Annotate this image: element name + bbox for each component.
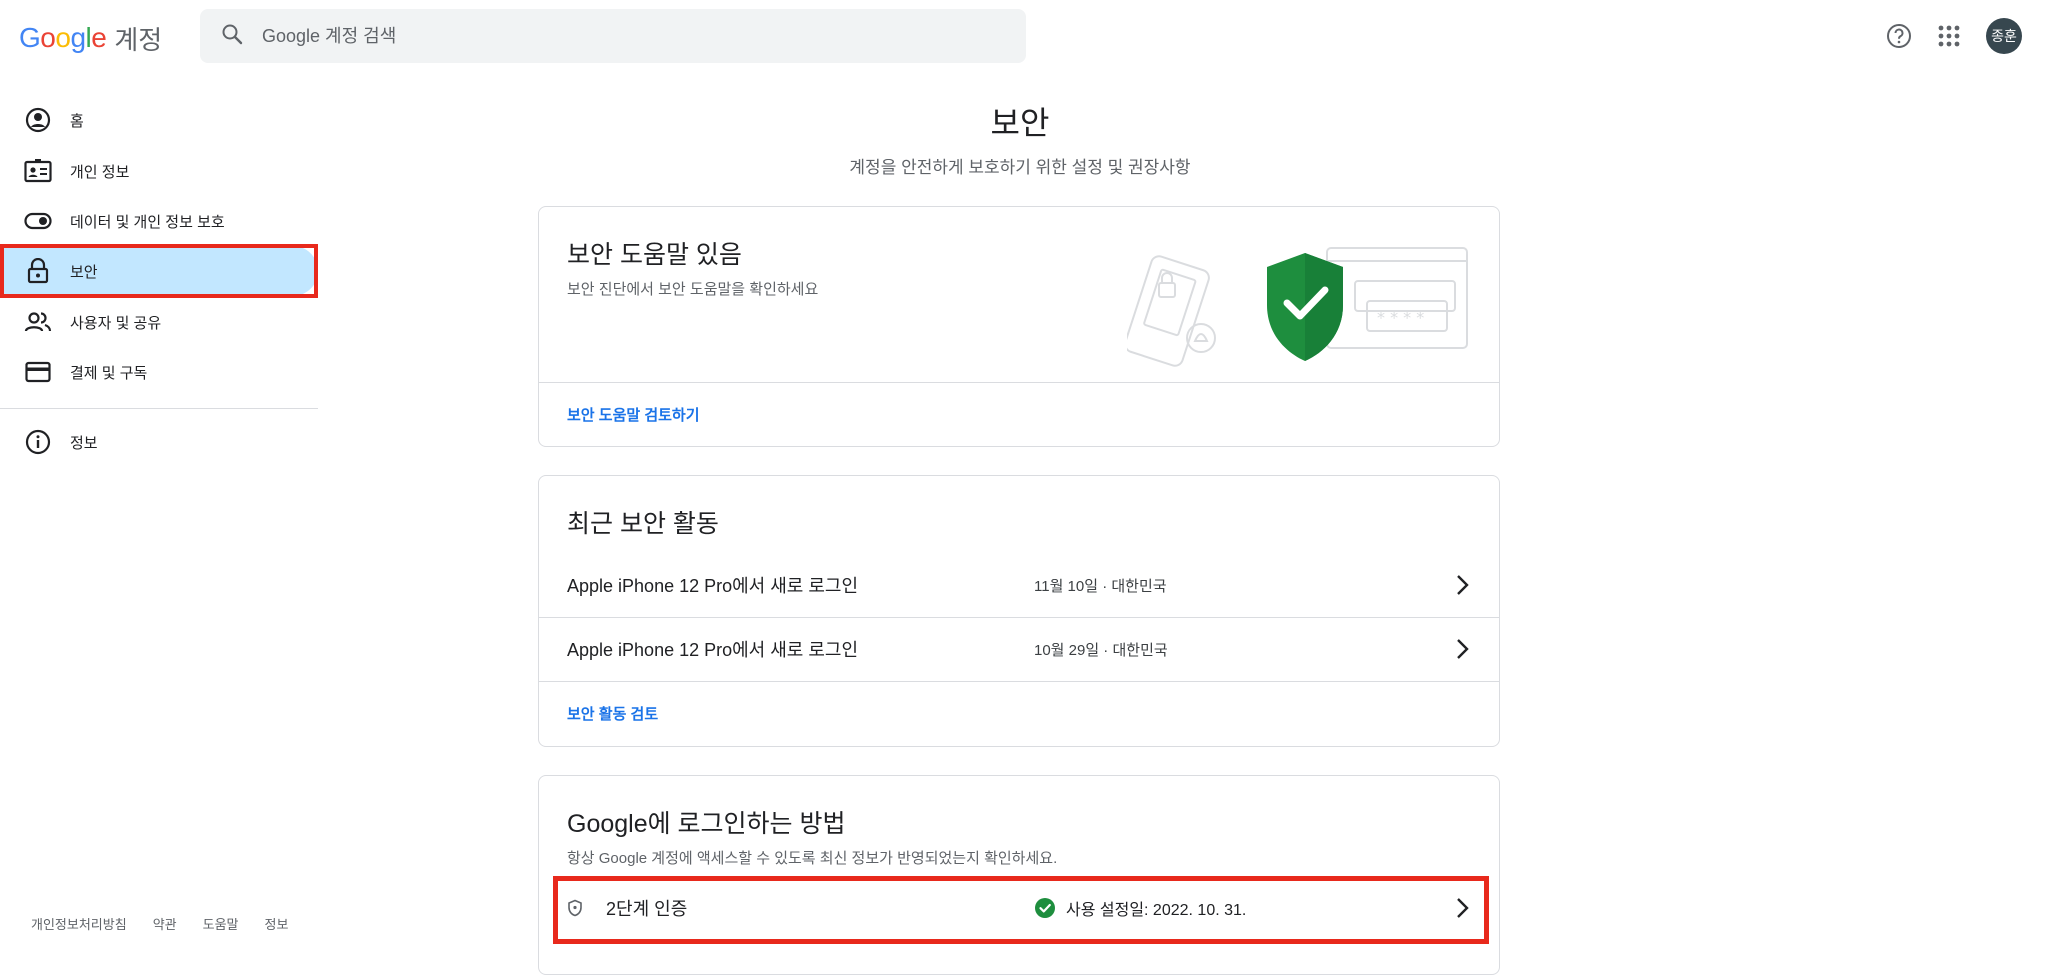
footer-link-privacy[interactable]: 개인정보처리방침 <box>31 914 127 933</box>
sidebar-item-label: 사용자 및 공유 <box>70 314 162 332</box>
review-security-activity-link[interactable]: 보안 활동 검토 <box>567 703 658 724</box>
lock-icon <box>24 257 52 285</box>
sidebar-item-security[interactable]: 보안 <box>0 246 318 296</box>
footer-link-terms[interactable]: 약관 <box>153 914 177 933</box>
avatar[interactable]: 종훈 <box>1986 18 2022 54</box>
apps-grid-icon[interactable] <box>1931 18 1967 54</box>
footer-links: 개인정보처리방침 약관 도움말 정보 <box>31 914 288 933</box>
recent-activity-card: 최근 보안 활동 Apple iPhone 12 Pro에서 새로 로그인 11… <box>538 475 1500 747</box>
activity-meta: 11월 10일 · 대한민국 <box>1034 577 1167 595</box>
two-step-label: 2단계 인증 <box>606 899 688 919</box>
id-card-icon <box>24 157 52 185</box>
google-logo: Google <box>19 22 107 53</box>
page-title: 보안 <box>990 105 1050 141</box>
search-icon[interactable] <box>200 22 244 51</box>
two-step-verification-row[interactable]: 2단계 인증 사용 설정일: 2022. 10. 31. <box>539 877 1499 939</box>
credit-card-icon <box>24 358 52 386</box>
signin-methods-card: Google에 로그인하는 방법 항상 Google 계정에 액세스할 수 있도… <box>538 775 1500 975</box>
activity-row[interactable]: Apple iPhone 12 Pro에서 새로 로그인 10월 29일 · 대… <box>539 618 1499 680</box>
activity-event: Apple iPhone 12 Pro에서 새로 로그인 <box>567 640 859 660</box>
account-circle-icon <box>24 106 52 134</box>
activity-meta: 10월 29일 · 대한민국 <box>1034 641 1168 659</box>
card-description: 보안 진단에서 보안 도움말을 확인하세요 <box>567 281 819 298</box>
search-input[interactable] <box>260 24 964 48</box>
check-circle-icon <box>1034 897 1056 924</box>
shield-icon <box>567 899 583 922</box>
svg-text:* * * *: * * * * <box>1377 308 1424 327</box>
sidebar-item-home[interactable]: 홈 <box>0 95 318 145</box>
info-icon <box>24 428 52 456</box>
sidebar-item-about[interactable]: 정보 <box>0 417 318 467</box>
card-title: 최근 보안 활동 <box>567 510 719 538</box>
help-icon[interactable] <box>1881 18 1917 54</box>
people-icon <box>24 308 52 336</box>
sidebar-item-personal-info[interactable]: 개인 정보 <box>0 146 318 196</box>
sidebar-item-label: 결제 및 구독 <box>70 364 148 382</box>
sidebar-item-label: 데이터 및 개인 정보 보호 <box>70 213 225 231</box>
activity-event: Apple iPhone 12 Pro에서 새로 로그인 <box>567 576 859 596</box>
chevron-right-icon <box>1455 574 1469 601</box>
search-bar[interactable] <box>200 9 1026 63</box>
security-shield-illustration: * * * * <box>1124 243 1477 378</box>
card-title: Google에 로그인하는 방법 <box>567 810 846 838</box>
toggle-icon <box>24 207 52 235</box>
page-subtitle: 계정을 안전하게 보호하기 위한 설정 및 권장사항 <box>849 158 1191 177</box>
sidebar-divider <box>0 408 318 409</box>
activity-row[interactable]: Apple iPhone 12 Pro에서 새로 로그인 11월 10일 · 대… <box>539 554 1499 616</box>
card-divider <box>539 382 1499 383</box>
footer-link-help[interactable]: 도움말 <box>203 914 239 933</box>
google-account-logo[interactable]: Google 계정 <box>19 18 162 58</box>
card-divider <box>539 681 1499 682</box>
sidebar-item-payments[interactable]: 결제 및 구독 <box>0 347 318 397</box>
chevron-right-icon <box>1455 897 1469 924</box>
review-security-tips-link[interactable]: 보안 도움말 검토하기 <box>567 404 700 425</box>
card-title: 보안 도움말 있음 <box>567 241 742 269</box>
chevron-right-icon <box>1455 638 1469 665</box>
two-step-status: 사용 설정일: 2022. 10. 31. <box>1066 902 1247 919</box>
sidebar-item-label: 정보 <box>70 434 98 452</box>
sidebar-item-data-privacy[interactable]: 데이터 및 개인 정보 보호 <box>0 196 318 246</box>
sidebar-item-label: 보안 <box>70 263 98 281</box>
footer-link-about[interactable]: 정보 <box>265 914 289 933</box>
sidebar-item-label: 개인 정보 <box>70 163 130 181</box>
card-description: 항상 Google 계정에 액세스할 수 있도록 최신 정보가 반영되었는지 확… <box>567 850 1058 867</box>
sidebar-item-people-sharing[interactable]: 사용자 및 공유 <box>0 297 318 347</box>
security-tips-card: 보안 도움말 있음 보안 진단에서 보안 도움말을 확인하세요 * * * * … <box>538 206 1500 447</box>
sidebar-item-label: 홈 <box>70 112 84 130</box>
account-label: 계정 <box>114 24 163 55</box>
